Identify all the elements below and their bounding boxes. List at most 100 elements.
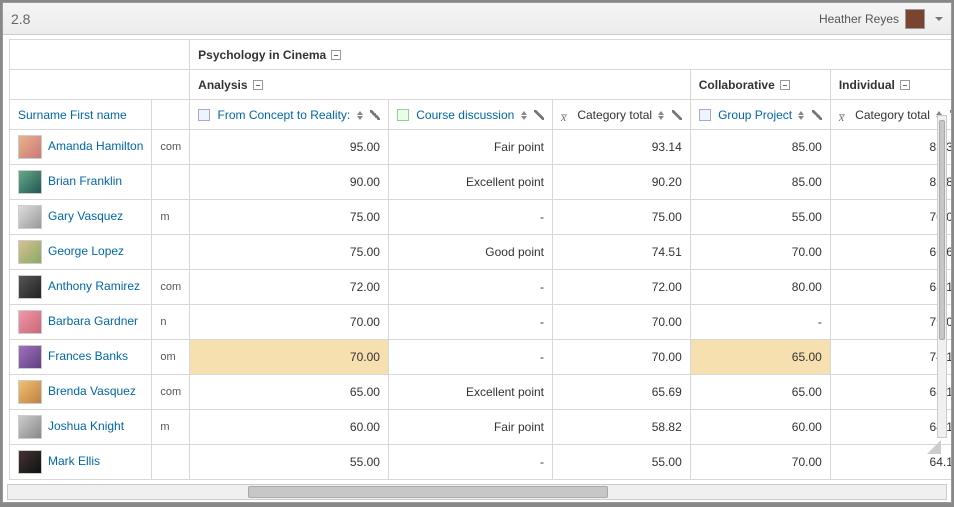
grade-cell[interactable]: - <box>388 445 552 480</box>
grade-cell[interactable]: - <box>388 340 552 375</box>
grade-cell[interactable]: - <box>388 200 552 235</box>
grade-cell[interactable]: 65.00 <box>690 340 830 375</box>
col-concept[interactable]: From Concept to Reality: <box>218 108 354 122</box>
grade-cell[interactable]: 70.00 <box>553 305 691 340</box>
grade-cell[interactable]: 90.00 <box>190 165 389 200</box>
grade-cell[interactable]: 55.00 <box>690 200 830 235</box>
grade-cell[interactable]: 72.00 <box>553 270 691 305</box>
collapse-icon[interactable] <box>900 80 910 90</box>
category-collaborative[interactable]: Collaborative <box>699 78 775 92</box>
collapse-icon[interactable] <box>780 80 790 90</box>
col-group-project[interactable]: Group Project <box>718 108 792 122</box>
student-name-link[interactable]: Brian Franklin <box>48 174 122 188</box>
grade-cell[interactable]: 55.00 <box>190 480 389 481</box>
student-name-link[interactable]: Barbara Gardner <box>48 314 138 328</box>
avatar[interactable] <box>18 135 42 159</box>
edit-icon[interactable] <box>672 110 682 120</box>
grade-cell[interactable]: Excellent point <box>388 375 552 410</box>
sort-icon[interactable] <box>658 111 664 120</box>
grade-cell[interactable]: 70.00 <box>690 445 830 480</box>
student-name-link[interactable]: Mark Ellis <box>48 454 100 468</box>
grade-cell[interactable]: 58.82 <box>553 410 691 445</box>
grade-cell[interactable]: 70.00 <box>553 340 691 375</box>
grade-cell[interactable]: 55.00 <box>690 480 830 481</box>
grade-cell[interactable]: 66.67 <box>830 235 951 270</box>
course-title[interactable]: Psychology in Cinema <box>198 48 326 62</box>
avatar[interactable] <box>18 310 42 334</box>
avatar[interactable] <box>18 450 42 474</box>
grade-cell[interactable]: 65.00 <box>690 375 830 410</box>
grade-cell[interactable]: 80.00 <box>690 270 830 305</box>
avatar[interactable] <box>18 205 42 229</box>
grade-cell[interactable]: 85.00 <box>690 130 830 165</box>
collapse-icon[interactable] <box>253 80 263 90</box>
student-name-link[interactable]: Amanda Hamilton <box>48 139 143 153</box>
grade-cell[interactable]: 74.51 <box>553 235 691 270</box>
grade-cell[interactable]: 75.00 <box>190 200 389 235</box>
grade-cell[interactable]: 68.18 <box>830 270 951 305</box>
grade-cell[interactable]: 83.33 <box>830 130 951 165</box>
avatar[interactable] <box>18 240 42 264</box>
col-cat-total-2[interactable]: Category total <box>855 108 930 122</box>
col-cat-total-1[interactable]: Category total <box>577 108 652 122</box>
avatar[interactable] <box>18 275 42 299</box>
category-analysis[interactable]: Analysis <box>198 78 247 92</box>
scrollbar-thumb[interactable] <box>248 486 608 498</box>
vertical-scrollbar[interactable] <box>937 115 947 438</box>
grade-cell[interactable]: Good point <box>388 235 552 270</box>
student-name-link[interactable]: Gary Vasquez <box>48 209 123 223</box>
grade-cell[interactable]: 75.00 <box>553 200 691 235</box>
student-name-link[interactable]: Frances Banks <box>48 349 128 363</box>
student-name-link[interactable]: Joshua Knight <box>48 419 124 433</box>
grade-cell[interactable]: 58.33 <box>830 480 951 481</box>
sort-icon[interactable] <box>798 111 804 120</box>
sort-icon[interactable] <box>357 111 363 120</box>
student-name-link[interactable]: George Lopez <box>48 244 124 258</box>
grade-cell[interactable]: 74.17 <box>830 340 951 375</box>
student-name-link[interactable]: Brenda Vasquez <box>48 384 136 398</box>
horizontal-scrollbar[interactable] <box>7 484 947 500</box>
resize-handle-icon[interactable] <box>927 440 941 454</box>
grade-cell[interactable]: 55.00 <box>553 445 691 480</box>
grade-cell[interactable]: Fair point <box>388 480 552 481</box>
grade-cell[interactable]: - <box>690 305 830 340</box>
edit-icon[interactable] <box>534 110 544 120</box>
grade-cell[interactable]: 93.14 <box>553 130 691 165</box>
grade-cell[interactable]: - <box>388 305 552 340</box>
category-individual[interactable]: Individual <box>839 78 895 92</box>
grade-cell[interactable]: 85.00 <box>690 165 830 200</box>
avatar[interactable] <box>18 170 42 194</box>
grade-cell[interactable]: Fair point <box>388 410 552 445</box>
grade-cell[interactable]: 60.00 <box>690 410 830 445</box>
grade-cell[interactable]: 75.00 <box>190 235 389 270</box>
avatar[interactable] <box>18 415 42 439</box>
sort-icon[interactable] <box>521 111 527 120</box>
grade-cell[interactable]: Excellent point <box>388 165 552 200</box>
sort-firstname[interactable]: First name <box>70 108 127 122</box>
grade-cell[interactable]: 72.00 <box>190 270 389 305</box>
edit-icon[interactable] <box>812 110 822 120</box>
grade-cell[interactable]: 53.92 <box>553 480 691 481</box>
grade-cell[interactable]: 95.00 <box>190 130 389 165</box>
edit-icon[interactable] <box>370 110 380 120</box>
edit-icon[interactable] <box>950 110 951 120</box>
avatar[interactable] <box>18 345 42 369</box>
col-discussion[interactable]: Course discussion <box>416 108 514 122</box>
user-menu[interactable]: Heather Reyes <box>819 9 943 29</box>
student-name-link[interactable]: Anthony Ramirez <box>48 279 140 293</box>
grade-cell[interactable]: 60.00 <box>190 410 389 445</box>
grade-cell[interactable]: 70.00 <box>190 305 389 340</box>
grade-cell[interactable]: Fair point <box>388 130 552 165</box>
grade-cell[interactable]: 65.69 <box>553 375 691 410</box>
grade-cell[interactable]: 70.00 <box>190 340 389 375</box>
grade-cell[interactable]: 55.00 <box>190 445 389 480</box>
grade-cell[interactable]: - <box>388 270 552 305</box>
grade-cell[interactable]: 79.09 <box>830 305 951 340</box>
grade-cell[interactable]: 70.00 <box>690 235 830 270</box>
avatar[interactable] <box>18 380 42 404</box>
grade-cell[interactable]: 85.83 <box>830 165 951 200</box>
grade-cell[interactable]: 65.00 <box>190 375 389 410</box>
grade-cell[interactable]: 70.00 <box>830 200 951 235</box>
collapse-icon[interactable] <box>331 50 341 60</box>
sort-surname[interactable]: Surname <box>18 108 67 122</box>
